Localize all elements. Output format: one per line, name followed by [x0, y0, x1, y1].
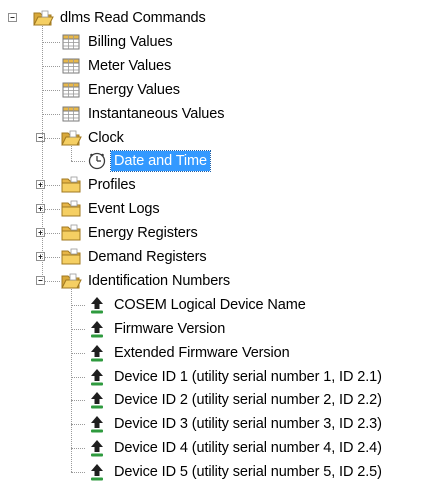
- folder-open-icon: [60, 128, 82, 148]
- tree-node-label[interactable]: Firmware Version: [111, 319, 228, 339]
- tree-line-horizontal: [42, 113, 60, 115]
- tree-node-label[interactable]: Demand Registers: [85, 247, 209, 267]
- tree-node-label[interactable]: Device ID 3 (utility serial number 3, ID…: [111, 414, 385, 434]
- upload-arrow-icon: [86, 343, 108, 363]
- upload-arrow-icon: [86, 319, 108, 339]
- tree-line-horizontal: [71, 448, 85, 450]
- tree-node-label[interactable]: Event Logs: [85, 199, 163, 219]
- upload-arrow-icon: [86, 462, 108, 482]
- tree-node-meter-values[interactable]: Meter Values: [60, 54, 174, 78]
- tree-line-horizontal: [71, 400, 85, 402]
- expander-profiles[interactable]: [36, 180, 45, 190]
- tree-node-device-id-5-utility-serial-number-5-id-2-5[interactable]: Device ID 5 (utility serial number 5, ID…: [86, 460, 385, 484]
- tree-node-billing-values[interactable]: Billing Values: [60, 30, 176, 54]
- tree-line-vertical: [71, 288, 72, 473]
- tree-node-cosem-logical-device-name[interactable]: COSEM Logical Device Name: [86, 293, 309, 317]
- tree-node-identification-numbers[interactable]: Identification Numbers: [60, 269, 233, 293]
- tree-node-date-and-time[interactable]: Date and Time: [86, 149, 211, 173]
- expander-event-logs[interactable]: [36, 204, 45, 214]
- tree-node-energy-values[interactable]: Energy Values: [60, 78, 183, 102]
- table-icon: [60, 32, 82, 52]
- tree-node-extended-firmware-version[interactable]: Extended Firmware Version: [86, 341, 293, 365]
- tree-node-energy-registers[interactable]: Energy Registers: [60, 221, 201, 245]
- tree-node-device-id-3-utility-serial-number-3-id-2-3[interactable]: Device ID 3 (utility serial number 3, ID…: [86, 412, 385, 436]
- tree-line-horizontal: [42, 65, 60, 67]
- tree-node-label[interactable]: Energy Values: [85, 80, 183, 100]
- folder-icon: [60, 247, 82, 267]
- tree-line-horizontal: [42, 41, 60, 43]
- tree-node-event-logs[interactable]: Event Logs: [60, 197, 163, 221]
- tree-node-label[interactable]: Clock: [85, 128, 127, 148]
- tree-node-label[interactable]: Instantaneous Values: [85, 104, 227, 124]
- tree-line-horizontal: [71, 472, 85, 474]
- tree-line-horizontal: [71, 304, 85, 306]
- tree-node-instantaneous-values[interactable]: Instantaneous Values: [60, 102, 227, 126]
- tree-node-label[interactable]: Identification Numbers: [85, 271, 233, 291]
- tree-node-firmware-version[interactable]: Firmware Version: [86, 317, 228, 341]
- folder-icon: [60, 199, 82, 219]
- tree-line-horizontal: [71, 424, 85, 426]
- tree-view[interactable]: dlms Read Commands Billing Values Meter …: [0, 0, 422, 487]
- expander-clock[interactable]: [36, 132, 45, 142]
- tree-node-label[interactable]: COSEM Logical Device Name: [111, 295, 309, 315]
- expander-energy-registers[interactable]: [36, 228, 45, 238]
- tree-node-label[interactable]: Device ID 4 (utility serial number 4, ID…: [111, 438, 385, 458]
- clock-icon: [86, 151, 108, 171]
- tree-node-label[interactable]: Device ID 1 (utility serial number 1, ID…: [111, 367, 385, 387]
- tree-node-profiles[interactable]: Profiles: [60, 173, 139, 197]
- tree-line-vertical: [42, 26, 43, 281]
- folder-icon: [60, 223, 82, 243]
- tree-node-label[interactable]: Date and Time: [110, 150, 211, 173]
- tree-line-horizontal: [71, 352, 85, 354]
- tree-node-label[interactable]: Meter Values: [85, 56, 174, 76]
- tree-node-label[interactable]: Device ID 2 (utility serial number 2, ID…: [111, 390, 385, 410]
- tree-node-dlms-read-commands[interactable]: dlms Read Commands: [32, 6, 209, 30]
- expander-demand-registers[interactable]: [36, 252, 45, 261]
- tree-node-demand-registers[interactable]: Demand Registers: [60, 245, 209, 269]
- upload-arrow-icon: [86, 438, 108, 458]
- table-icon: [60, 56, 82, 76]
- tree-node-label[interactable]: dlms Read Commands: [57, 8, 209, 28]
- tree-node-clock[interactable]: Clock: [60, 126, 127, 150]
- tree-line-vertical: [71, 145, 72, 162]
- upload-arrow-icon: [86, 367, 108, 387]
- expander-identification-numbers[interactable]: [36, 275, 45, 285]
- table-icon: [60, 104, 82, 124]
- tree-node-device-id-4-utility-serial-number-4-id-2-4[interactable]: Device ID 4 (utility serial number 4, ID…: [86, 436, 385, 460]
- tree-node-device-id-2-utility-serial-number-2-id-2-2[interactable]: Device ID 2 (utility serial number 2, ID…: [86, 388, 385, 412]
- tree-node-label[interactable]: Energy Registers: [85, 223, 201, 243]
- folder-open-icon: [60, 271, 82, 291]
- folder-open-icon: [32, 8, 54, 28]
- tree-node-label[interactable]: Extended Firmware Version: [111, 343, 293, 363]
- tree-line-horizontal: [71, 376, 85, 378]
- folder-icon: [60, 175, 82, 195]
- tree-node-label[interactable]: Device ID 5 (utility serial number 5, ID…: [111, 462, 385, 482]
- table-icon: [60, 80, 82, 100]
- upload-arrow-icon: [86, 390, 108, 410]
- tree-node-label[interactable]: Profiles: [85, 175, 139, 195]
- tree-line-horizontal: [42, 89, 60, 91]
- tree-line-horizontal: [71, 161, 85, 163]
- upload-arrow-icon: [86, 295, 108, 315]
- tree-node-device-id-1-utility-serial-number-1-id-2-1[interactable]: Device ID 1 (utility serial number 1, ID…: [86, 365, 385, 389]
- expander-dlms-read-commands[interactable]: [8, 13, 17, 22]
- upload-arrow-icon: [86, 414, 108, 434]
- tree-node-label[interactable]: Billing Values: [85, 32, 176, 52]
- tree-line-horizontal: [71, 328, 85, 330]
